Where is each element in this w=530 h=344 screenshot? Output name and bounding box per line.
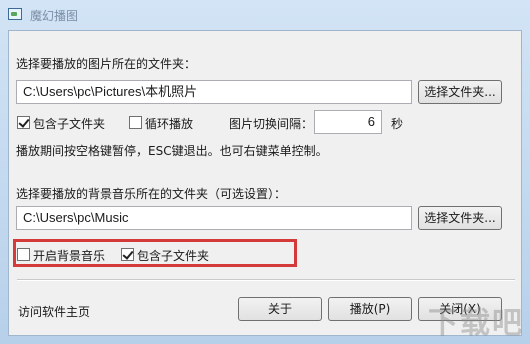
highlight-box xyxy=(13,239,297,267)
app-window: 魔幻播图 选择要播放的图片所在的文件夹： C:\Users\pc\Picture… xyxy=(0,0,530,344)
title-bar: 魔幻播图 xyxy=(0,0,530,30)
include-subfolders-checkbox[interactable] xyxy=(17,116,30,129)
playback-hint: 播放期间按空格键暂停，ESC键退出。也可右键菜单控制。 xyxy=(16,144,328,158)
interval-input[interactable]: 6 xyxy=(314,110,382,134)
pictures-folder-label: 选择要播放的图片所在的文件夹： xyxy=(16,57,197,71)
music-folder-input[interactable]: C:\Users\pc\Music xyxy=(16,206,412,230)
footer-divider xyxy=(17,279,515,281)
pictures-browse-button[interactable]: 选择文件夹... xyxy=(418,80,502,104)
pictures-folder-input[interactable]: C:\Users\pc\Pictures\本机照片 xyxy=(16,80,412,104)
loop-checkbox[interactable] xyxy=(129,116,142,129)
interval-unit: 秒 xyxy=(391,117,404,131)
app-icon xyxy=(8,8,22,20)
music-folder-label: 选择要播放的背景音乐所在的文件夹（可选设置）： xyxy=(16,187,287,201)
include-subfolders-label[interactable]: 包含子文件夹 xyxy=(33,115,105,132)
dialog-body: 选择要播放的图片所在的文件夹： C:\Users\pc\Pictures\本机照… xyxy=(8,30,522,336)
about-button[interactable]: 关于 xyxy=(238,297,322,321)
play-button[interactable]: 播放(P) xyxy=(328,297,412,321)
window-title: 魔幻播图 xyxy=(30,9,79,23)
music-browse-button[interactable]: 选择文件夹... xyxy=(418,206,502,230)
homepage-link[interactable]: 访问软件主页 xyxy=(18,303,90,320)
watermark-logo: 下载吧 xyxy=(428,306,524,341)
interval-label: 图片切换间隔： xyxy=(229,117,314,131)
loop-label[interactable]: 循环播放 xyxy=(145,115,193,132)
